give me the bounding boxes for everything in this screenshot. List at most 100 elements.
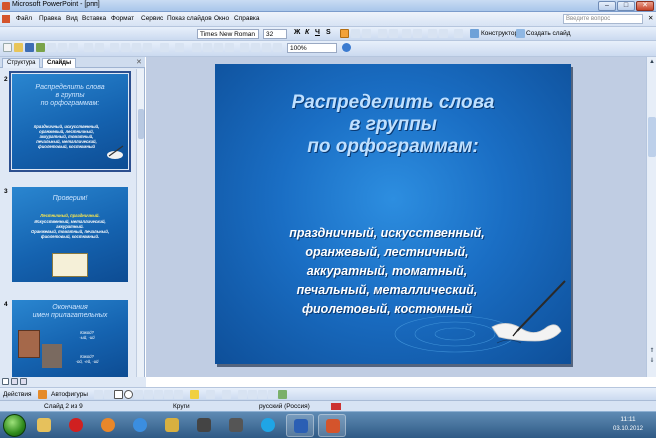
font-color-icon[interactable]	[454, 29, 463, 38]
bold-button[interactable]: Ж	[294, 29, 300, 36]
format-painter-icon[interactable]	[143, 43, 152, 52]
insert-picture-icon[interactable]	[225, 43, 234, 52]
paste-icon[interactable]	[132, 43, 141, 52]
taskbar-app7[interactable]	[222, 414, 250, 437]
taskbar-media[interactable]	[94, 414, 122, 437]
oval-icon[interactable]	[124, 390, 133, 399]
redo-icon[interactable]	[175, 43, 184, 52]
new-slide-icon[interactable]	[516, 29, 525, 38]
new-file-icon[interactable]	[3, 43, 12, 52]
numbering-icon[interactable]	[378, 29, 387, 38]
cut-icon[interactable]	[110, 43, 119, 52]
line-color-icon[interactable]	[206, 390, 215, 399]
spelling-icon[interactable]	[84, 43, 93, 52]
taskbar-word[interactable]	[286, 414, 314, 437]
align-left-icon[interactable]	[340, 29, 349, 38]
panel-scrollbar[interactable]	[136, 69, 144, 377]
save-icon[interactable]	[25, 43, 34, 52]
tab-slides[interactable]: Слайды	[42, 58, 77, 68]
taskbar-skype[interactable]	[254, 414, 282, 437]
document-icon[interactable]	[2, 15, 10, 23]
designer-icon[interactable]	[470, 29, 479, 38]
previous-slide-icon[interactable]: ⇑	[648, 347, 656, 355]
font-name-select[interactable]: Times New Roman	[197, 29, 259, 39]
menu-format[interactable]: Формат	[111, 15, 134, 22]
clock-date[interactable]: 03.10.2012	[604, 426, 652, 432]
menu-insert[interactable]: Вставка	[82, 15, 106, 22]
help-icon[interactable]	[342, 43, 351, 52]
close-button[interactable]: ✕	[636, 1, 654, 11]
menu-edit[interactable]: Правка	[39, 15, 61, 22]
normal-view-icon[interactable]	[2, 378, 9, 385]
research-icon[interactable]	[95, 43, 104, 52]
panel-close-icon[interactable]: ✕	[136, 58, 142, 66]
show-formatting-icon[interactable]	[251, 43, 260, 52]
select-objects-icon[interactable]	[38, 390, 47, 399]
fill-color-icon[interactable]	[190, 390, 199, 399]
editor-scrollbar[interactable]: ▲ ⇑ ⇓	[646, 57, 656, 377]
undo-icon[interactable]	[160, 43, 169, 52]
expand-all-icon[interactable]	[240, 43, 249, 52]
tab-outline[interactable]: Структура	[2, 58, 41, 68]
slideshow-view-icon[interactable]	[20, 378, 27, 385]
font-size-select[interactable]: 32	[263, 29, 287, 39]
designer-button[interactable]: Конструктор	[481, 30, 518, 37]
slide-thumbnail-3[interactable]: Проверим! Лестничный, праздничный. Искус…	[12, 187, 128, 282]
taskbar-app5[interactable]	[158, 414, 186, 437]
taskbar-opera[interactable]	[62, 414, 90, 437]
sorter-view-icon[interactable]	[11, 378, 18, 385]
slide-thumbnail-4[interactable]: Окончания имен прилагательных Какой? -ый…	[12, 300, 128, 377]
underline-button[interactable]: Ч	[315, 29, 320, 36]
line-style-icon[interactable]	[238, 390, 247, 399]
align-right-icon[interactable]	[362, 29, 371, 38]
new-slide-button[interactable]: Создать слайд	[526, 30, 571, 37]
menu-slideshow[interactable]: Показ слайдов	[167, 15, 212, 22]
color-grayscale-icon[interactable]	[273, 43, 282, 52]
dash-style-icon[interactable]	[248, 390, 257, 399]
scroll-thumb[interactable]	[648, 117, 656, 157]
next-slide-icon[interactable]: ⇓	[648, 357, 656, 365]
wordart-icon[interactable]	[144, 390, 153, 399]
taskbar-explorer[interactable]	[30, 414, 58, 437]
shadow-button[interactable]: S	[326, 29, 331, 36]
picture-icon[interactable]	[174, 390, 183, 399]
email-icon[interactable]	[47, 43, 56, 52]
current-slide[interactable]: Распределить слова в группы по орфограмм…	[215, 64, 571, 364]
align-center-icon[interactable]	[351, 29, 360, 38]
zoom-select[interactable]: 100%	[287, 43, 337, 53]
slide-title[interactable]: Распределить слова в группы по орфограмм…	[215, 92, 571, 158]
minimize-button[interactable]: –	[598, 1, 616, 11]
close-document-icon[interactable]: ✕	[648, 14, 653, 22]
show-grid-icon[interactable]	[262, 43, 271, 52]
shadow-style-icon[interactable]	[268, 390, 277, 399]
copy-icon[interactable]	[121, 43, 130, 52]
slide-thumbnail-2[interactable]: Распределить слова в группы по орфограмм…	[9, 71, 131, 172]
diagram-icon[interactable]	[154, 390, 163, 399]
tables-borders-icon[interactable]	[214, 43, 223, 52]
menu-view[interactable]: Вид	[66, 15, 78, 22]
clock-time[interactable]: 11:11	[608, 416, 648, 423]
insert-chart-icon[interactable]	[192, 43, 201, 52]
taskbar-ie[interactable]	[126, 414, 154, 437]
permission-icon[interactable]	[36, 43, 45, 52]
panel-scroll-thumb[interactable]	[138, 109, 144, 139]
clipart-icon[interactable]	[164, 390, 173, 399]
spelling-status-icon[interactable]	[331, 403, 341, 410]
3d-style-icon[interactable]	[278, 390, 287, 399]
indent-icon[interactable]	[428, 29, 437, 38]
menu-window[interactable]: Окно	[214, 15, 229, 22]
menu-tools[interactable]: Сервис	[141, 15, 163, 22]
increase-font-icon[interactable]	[402, 29, 411, 38]
language-indicator[interactable]: русский (Россия)	[259, 403, 310, 410]
scroll-up-icon[interactable]: ▲	[648, 58, 656, 66]
insert-table-icon[interactable]	[203, 43, 212, 52]
arrow-icon[interactable]	[104, 390, 113, 399]
actions-menu[interactable]: Действия	[3, 391, 31, 398]
italic-button[interactable]: К	[305, 29, 309, 36]
line-icon[interactable]	[94, 390, 103, 399]
menu-file[interactable]: Файл	[16, 15, 32, 22]
open-icon[interactable]	[14, 43, 23, 52]
outdent-icon[interactable]	[439, 29, 448, 38]
bullets-icon[interactable]	[389, 29, 398, 38]
maximize-button[interactable]: □	[617, 1, 635, 11]
